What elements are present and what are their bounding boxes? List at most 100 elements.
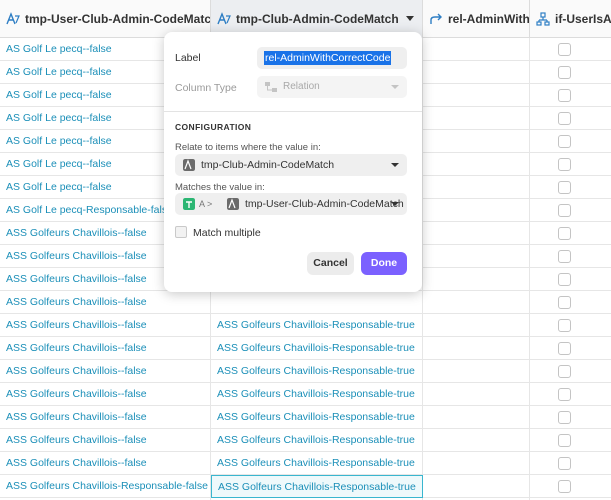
table-icon xyxy=(183,198,195,210)
cell-club[interactable]: ASS Golfeurs Chavillois-Responsable-true xyxy=(211,383,423,406)
relate-column-select[interactable]: tmp-Club-Admin-CodeMatch xyxy=(175,154,407,176)
cell-club[interactable]: ASS Golfeurs Chavillois-Responsable-true xyxy=(211,360,423,383)
cell-relation[interactable] xyxy=(423,383,530,406)
row-checkbox[interactable] xyxy=(558,250,571,263)
cell-club[interactable]: ASS Golfeurs Chavillois-Responsable-true xyxy=(211,475,423,498)
row-checkbox[interactable] xyxy=(558,296,571,309)
column-type-select: Relation xyxy=(257,76,407,98)
row-checkbox[interactable] xyxy=(558,411,571,424)
cell-if-user xyxy=(530,176,611,199)
cell-relation[interactable] xyxy=(423,337,530,360)
cell-if-user xyxy=(530,360,611,383)
cell-user-club[interactable]: ASS Golfeurs Chavillois--false xyxy=(0,429,211,452)
row-checkbox[interactable] xyxy=(558,89,571,102)
cell-user-club[interactable]: ASS Golfeurs Chavillois--false xyxy=(0,360,211,383)
row-checkbox[interactable] xyxy=(558,158,571,171)
chevron-down-icon xyxy=(391,202,399,206)
cell-relation[interactable] xyxy=(423,360,530,383)
cell-club[interactable]: ASS Golfeurs Chavillois-Responsable-true xyxy=(211,429,423,452)
row-checkbox[interactable] xyxy=(558,227,571,240)
cell-relation[interactable] xyxy=(423,452,530,475)
relate-caption: Relate to items where the value in: xyxy=(175,142,321,153)
row-checkbox[interactable] xyxy=(558,43,571,56)
column-header-label: rel-AdminWithCorr xyxy=(448,12,530,26)
row-checkbox[interactable] xyxy=(558,342,571,355)
cell-user-club[interactable]: ASS Golfeurs Chavillois--false xyxy=(0,406,211,429)
row-checkbox[interactable] xyxy=(558,135,571,148)
cell-relation[interactable] xyxy=(423,61,530,84)
row-checkbox[interactable] xyxy=(558,388,571,401)
cell-club[interactable]: ASS Golfeurs Chavillois-Responsable-true xyxy=(211,406,423,429)
cell-relation[interactable] xyxy=(423,222,530,245)
row-checkbox[interactable] xyxy=(558,66,571,79)
cell-club[interactable]: ASS Golfeurs Chavillois-Responsable-true xyxy=(211,452,423,475)
table-row[interactable]: ASS Golfeurs Chavillois-Responsable-fals… xyxy=(0,475,611,498)
cell-relation[interactable] xyxy=(423,268,530,291)
cell-if-user xyxy=(530,38,611,61)
cell-if-user xyxy=(530,314,611,337)
cell-relation[interactable] xyxy=(423,314,530,337)
cell-relation[interactable] xyxy=(423,130,530,153)
table-row[interactable]: ASS Golfeurs Chavillois--falseASS Golfeu… xyxy=(0,383,611,406)
cell-user-club[interactable]: ASS Golfeurs Chavillois-Responsable-fals… xyxy=(0,475,211,498)
cell-relation[interactable] xyxy=(423,199,530,222)
cell-relation[interactable] xyxy=(423,176,530,199)
cell-relation[interactable] xyxy=(423,245,530,268)
cell-relation[interactable] xyxy=(423,84,530,107)
cancel-button[interactable]: Cancel xyxy=(307,252,354,275)
row-checkbox[interactable] xyxy=(558,181,571,194)
row-checkbox[interactable] xyxy=(558,319,571,332)
cell-relation[interactable] xyxy=(423,429,530,452)
chevron-down-icon[interactable] xyxy=(406,16,414,21)
row-checkbox[interactable] xyxy=(558,273,571,286)
matches-column-select[interactable]: A > tmp-User-Club-Admin-CodeMatch xyxy=(175,193,407,215)
column-header-relation[interactable]: rel-AdminWithCorr xyxy=(423,0,530,38)
cell-if-user xyxy=(530,84,611,107)
row-checkbox[interactable] xyxy=(558,434,571,447)
row-checkbox[interactable] xyxy=(558,365,571,378)
matches-column-value: tmp-User-Club-Admin-CodeMatch xyxy=(245,198,404,210)
table-row[interactable]: ASS Golfeurs Chavillois--falseASS Golfeu… xyxy=(0,314,611,337)
cell-user-club[interactable]: ASS Golfeurs Chavillois--false xyxy=(0,291,211,314)
table-row[interactable]: ASS Golfeurs Chavillois--falseASS Golfeu… xyxy=(0,360,611,383)
cell-relation[interactable] xyxy=(423,291,530,314)
column-header-if-user[interactable]: if-UserIsAd xyxy=(530,0,611,38)
label-input[interactable]: rel-AdminWithCorrectCode xyxy=(257,47,407,69)
cell-club[interactable] xyxy=(211,291,423,314)
match-multiple-checkbox[interactable] xyxy=(175,226,187,238)
cell-relation[interactable] xyxy=(423,153,530,176)
cell-user-club[interactable]: ASS Golfeurs Chavillois--false xyxy=(0,383,211,406)
row-checkbox[interactable] xyxy=(558,204,571,217)
cell-club[interactable]: ASS Golfeurs Chavillois-Responsable-true xyxy=(211,314,423,337)
cell-if-user xyxy=(530,383,611,406)
label-input-selected-text: rel-AdminWithCorrectCode xyxy=(264,51,392,65)
table-row[interactable]: ASS Golfeurs Chavillois--falseASS Golfeu… xyxy=(0,406,611,429)
cell-if-user xyxy=(530,153,611,176)
chevron-down-icon xyxy=(391,163,399,167)
cell-if-user xyxy=(530,337,611,360)
table-row[interactable]: ASS Golfeurs Chavillois--false xyxy=(0,291,611,314)
table-row[interactable]: ASS Golfeurs Chavillois--falseASS Golfeu… xyxy=(0,337,611,360)
column-type-value: Relation xyxy=(283,81,320,92)
cell-user-club[interactable]: ASS Golfeurs Chavillois--false xyxy=(0,452,211,475)
matches-caption: Matches the value in: xyxy=(175,182,265,193)
table-row[interactable]: ASS Golfeurs Chavillois--falseASS Golfeu… xyxy=(0,452,611,475)
cell-relation[interactable] xyxy=(423,475,530,498)
cell-relation[interactable] xyxy=(423,38,530,61)
row-checkbox[interactable] xyxy=(558,112,571,125)
cell-user-club[interactable]: ASS Golfeurs Chavillois--false xyxy=(0,314,211,337)
cell-user-club[interactable]: ASS Golfeurs Chavillois--false xyxy=(0,337,211,360)
label-caption: Label xyxy=(175,52,201,64)
table-row[interactable]: ASS Golfeurs Chavillois--falseASS Golfeu… xyxy=(0,429,611,452)
done-button[interactable]: Done xyxy=(361,252,407,275)
cell-if-user xyxy=(530,107,611,130)
row-checkbox[interactable] xyxy=(558,480,571,493)
cell-relation[interactable] xyxy=(423,406,530,429)
row-checkbox[interactable] xyxy=(558,457,571,470)
column-header-label: if-UserIsAd xyxy=(555,12,611,26)
cell-relation[interactable] xyxy=(423,107,530,130)
column-type-caption: Column Type xyxy=(175,82,237,94)
cell-club[interactable]: ASS Golfeurs Chavillois-Responsable-true xyxy=(211,337,423,360)
relation-icon xyxy=(265,82,277,92)
text-formula-icon xyxy=(217,12,231,25)
